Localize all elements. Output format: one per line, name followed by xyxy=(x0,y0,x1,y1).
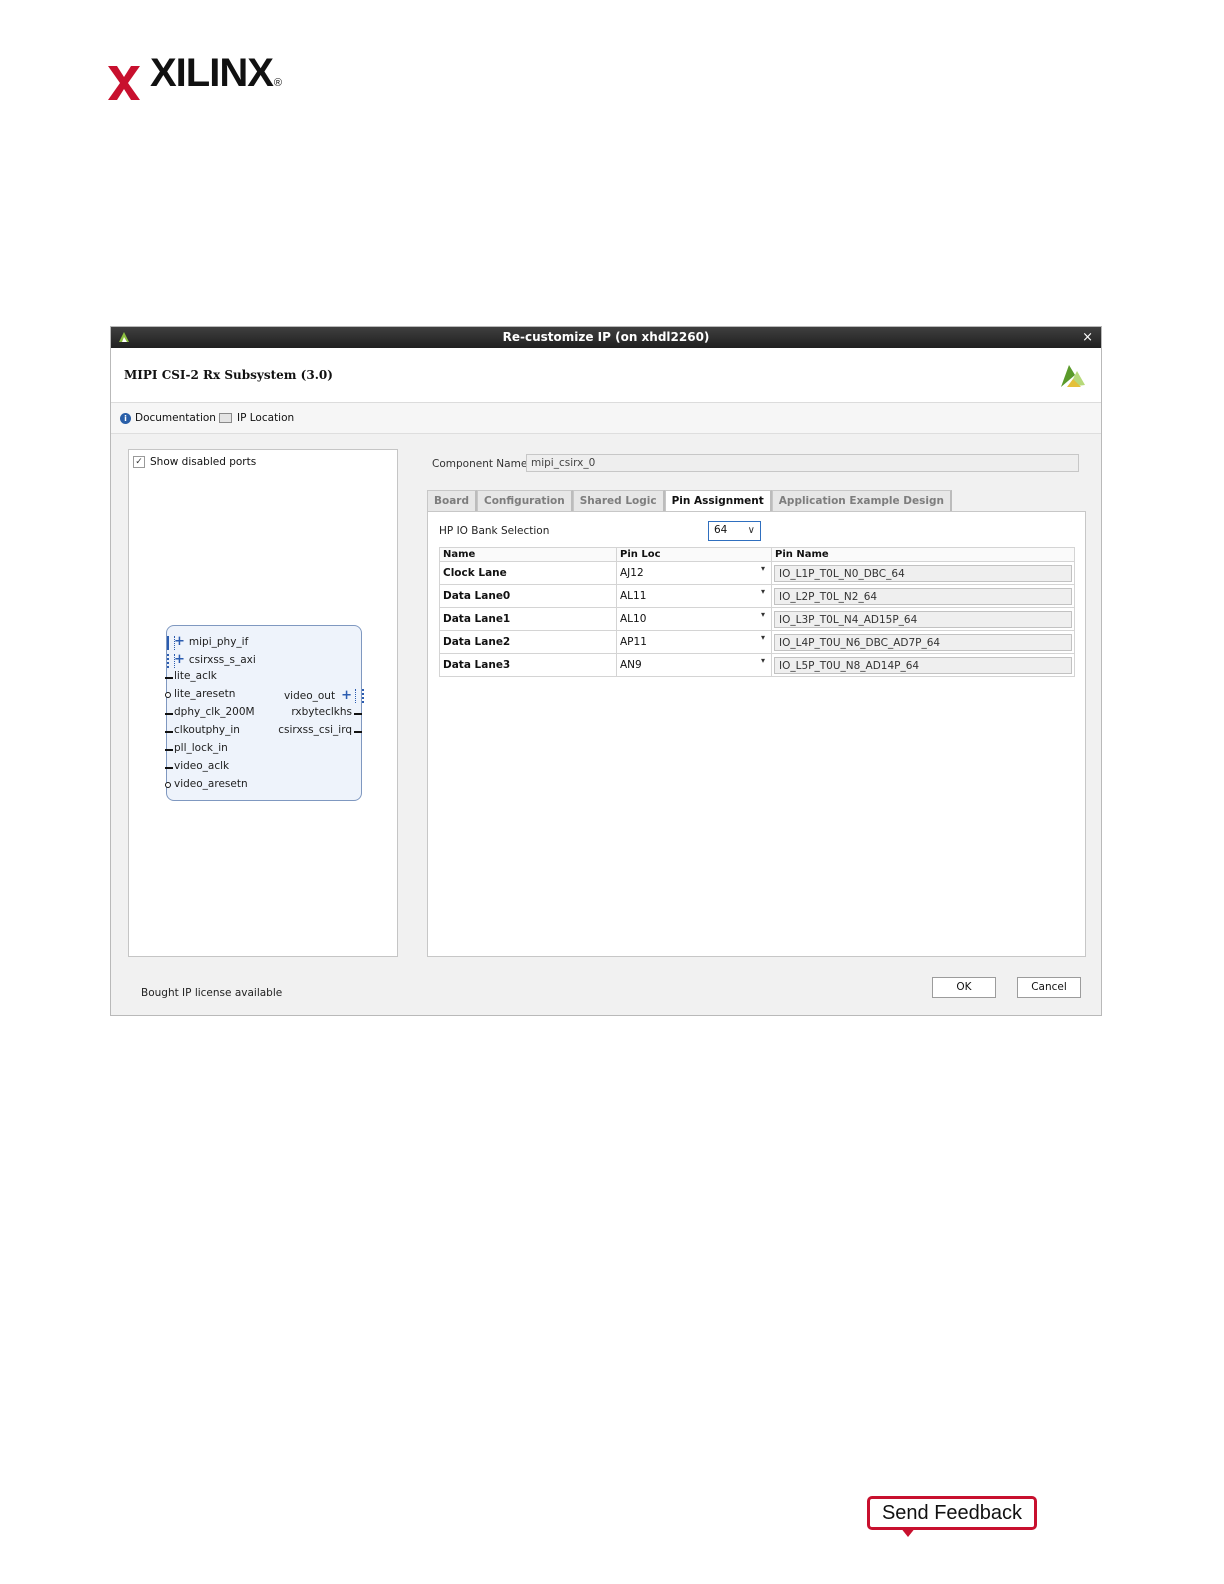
plus-icon: + xyxy=(174,634,185,649)
pin-assignment-table: Name Pin Loc Pin Name Clock Lane AJ12 ▾ I… xyxy=(439,547,1075,677)
ok-button[interactable]: OK xyxy=(932,977,996,998)
table-row: Data Lane0 AL11 ▾ IO_L2P_T0L_N2_64 xyxy=(439,584,1075,608)
window-title: Re-customize IP (on xhdl2260) xyxy=(502,330,710,344)
port-video-aresetn: video_aresetn xyxy=(165,778,248,790)
tab-board[interactable]: Board xyxy=(427,490,477,512)
ip-symbol-panel: ✓ Show disabled ports + mipi_phy_if + csir… xyxy=(128,449,398,957)
chevron-down-icon: ▾ xyxy=(760,633,765,642)
hp-io-bank-select[interactable]: 64 ∨ xyxy=(708,521,761,541)
port-rxbyteclkhs: rxbyteclkhs xyxy=(291,706,362,718)
tab-configuration[interactable]: Configuration xyxy=(477,490,573,512)
chevron-down-icon: ▾ xyxy=(760,564,765,573)
plus-icon: + xyxy=(174,652,185,667)
table-row: Clock Lane AJ12 ▾ IO_L1P_T0L_N0_DBC_64 xyxy=(439,561,1075,585)
hp-io-bank-label: HP IO Bank Selection xyxy=(439,525,550,537)
chevron-down-icon: ▾ xyxy=(760,656,765,665)
port-lite-aresetn: lite_aresetn xyxy=(165,688,235,700)
ip-location-link[interactable]: IP Location xyxy=(219,412,294,424)
pin-name-field: IO_L5P_T0U_N8_AD14P_64 xyxy=(774,656,1072,674)
table-row: Data Lane2 AP11 ▾ IO_L4P_T0U_N6_DBC_AD7P_… xyxy=(439,630,1075,654)
pin-loc-dropdown[interactable]: AL11 ▾ xyxy=(616,584,772,608)
lane-name: Clock Lane xyxy=(439,561,617,585)
show-disabled-ports-checkbox[interactable]: ✓ xyxy=(133,456,145,468)
chevron-down-icon: ▾ xyxy=(760,610,765,619)
info-icon: i xyxy=(120,412,131,424)
tab-application-example-design[interactable]: Application Example Design xyxy=(771,490,952,512)
component-name-label: Component Name xyxy=(432,458,528,470)
documentation-label: Documentation xyxy=(135,412,216,424)
table-row: Data Lane1 AL10 ▾ IO_L3P_T0L_N4_AD15P_64 xyxy=(439,607,1075,631)
ip-block-symbol: + mipi_phy_if + csirxss_s_axi lite_aclk li… xyxy=(165,625,364,801)
port-lite-aclk: lite_aclk xyxy=(165,670,217,682)
vivado-icon xyxy=(1061,365,1085,387)
ip-location-label: IP Location xyxy=(237,412,295,424)
xilinx-logo: XILINX® xyxy=(108,53,282,100)
port-csirxss-s-axi: + csirxss_s_axi xyxy=(167,652,256,668)
documentation-link[interactable]: i Documentation xyxy=(120,412,216,424)
component-name-input[interactable] xyxy=(526,454,1079,472)
send-feedback-button[interactable]: Send Feedback xyxy=(867,1496,1037,1530)
ip-header: MIPI CSI-2 Rx Subsystem (3.0) xyxy=(111,348,1101,403)
pin-name-field: IO_L4P_T0U_N6_DBC_AD7P_64 xyxy=(774,633,1072,651)
config-tabs: Board Configuration Shared Logic Pin Ass… xyxy=(427,490,952,512)
pin-assignment-panel: HP IO Bank Selection 64 ∨ Name Pin Loc P… xyxy=(427,511,1086,957)
folder-icon xyxy=(219,413,232,423)
pin-name-field: IO_L3P_T0L_N4_AD15P_64 xyxy=(774,610,1072,628)
pin-loc-dropdown[interactable]: AP11 ▾ xyxy=(616,630,772,654)
hp-io-bank-value: 64 xyxy=(714,524,728,536)
table-header-row: Name Pin Loc Pin Name xyxy=(439,547,1075,562)
port-video-out: video_out + xyxy=(284,688,364,703)
plus-icon: + xyxy=(341,688,352,703)
tab-pin-assignment[interactable]: Pin Assignment xyxy=(664,490,772,512)
port-csirxss-csi-irq: csirxss_csi_irq xyxy=(278,724,362,736)
lane-name: Data Lane0 xyxy=(439,584,617,608)
xilinx-logo-icon xyxy=(108,66,140,100)
pin-loc-dropdown[interactable]: AJ12 ▾ xyxy=(616,561,772,585)
close-icon[interactable]: × xyxy=(1082,327,1093,348)
port-mipi-phy-if: + mipi_phy_if xyxy=(167,634,248,650)
cancel-button[interactable]: Cancel xyxy=(1017,977,1081,998)
table-row: Data Lane3 AN9 ▾ IO_L5P_T0U_N8_AD14P_64 xyxy=(439,653,1075,677)
lane-name: Data Lane3 xyxy=(439,653,617,677)
tab-shared-logic[interactable]: Shared Logic xyxy=(572,490,665,512)
pin-loc-dropdown[interactable]: AN9 ▾ xyxy=(616,653,772,677)
port-video-aclk: video_aclk xyxy=(165,760,229,772)
pin-name-field: IO_L1P_T0L_N0_DBC_64 xyxy=(774,564,1072,582)
recustomize-ip-dialog: Re-customize IP (on xhdl2260) × MIPI CSI… xyxy=(110,326,1102,1016)
pin-name-field: IO_L2P_T0L_N2_64 xyxy=(774,587,1072,605)
ip-title: MIPI CSI-2 Rx Subsystem (3.0) xyxy=(124,368,333,382)
feedback-pointer xyxy=(900,1527,916,1537)
column-header-pin-name: Pin Name xyxy=(771,547,1075,562)
lane-name: Data Lane1 xyxy=(439,607,617,631)
chevron-down-icon: ∨ xyxy=(747,525,755,536)
vivado-icon xyxy=(119,332,129,342)
license-status: Bought IP license available xyxy=(141,987,283,999)
link-bar: i Documentation IP Location xyxy=(111,403,1101,434)
pin-loc-dropdown[interactable]: AL10 ▾ xyxy=(616,607,772,631)
lane-name: Data Lane2 xyxy=(439,630,617,654)
column-header-pin-loc: Pin Loc xyxy=(616,547,772,562)
show-disabled-ports-row[interactable]: ✓ Show disabled ports xyxy=(133,456,256,468)
port-pll-lock-in: pll_lock_in xyxy=(165,742,228,754)
logo-wordmark: XILINX® xyxy=(150,51,282,95)
title-bar[interactable]: Re-customize IP (on xhdl2260) × xyxy=(111,327,1101,348)
column-header-name: Name xyxy=(439,547,617,562)
port-dphy-clk-200m: dphy_clk_200M xyxy=(165,706,255,718)
port-clkoutphy-in: clkoutphy_in xyxy=(165,724,240,736)
show-disabled-ports-label: Show disabled ports xyxy=(150,456,257,468)
chevron-down-icon: ▾ xyxy=(760,587,765,596)
